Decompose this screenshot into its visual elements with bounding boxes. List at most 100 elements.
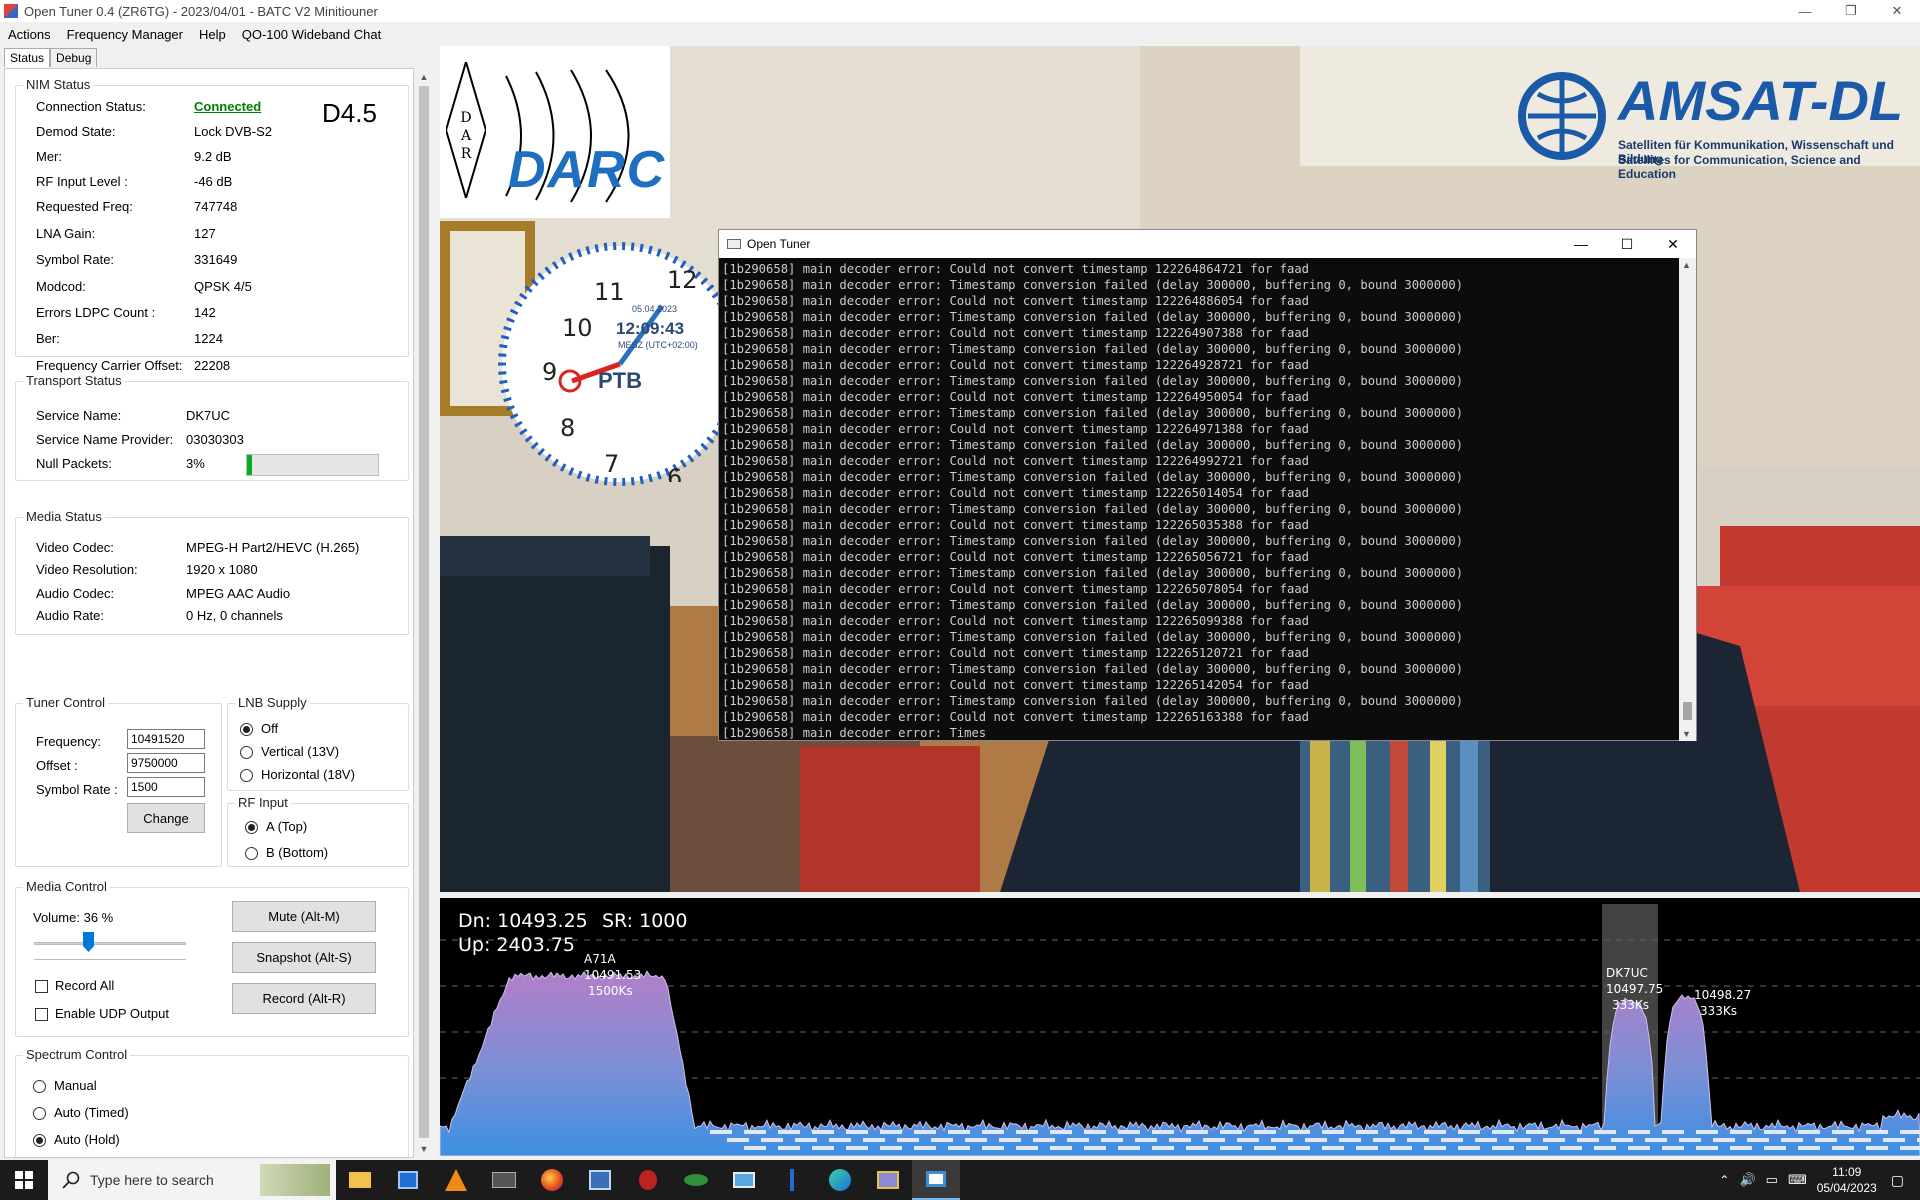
start-button[interactable] [0, 1160, 48, 1200]
darc-logo-text: DARC [508, 141, 667, 199]
taskbar-file-explorer-icon[interactable] [336, 1160, 384, 1200]
console-line: [1b290658] main decoder error: Timestamp… [722, 598, 1464, 612]
connection-status-value[interactable]: Connected [194, 99, 261, 114]
keyboard-icon[interactable]: ⌨ [1788, 1172, 1807, 1188]
spectrum-beacon-segment [1407, 1138, 1429, 1142]
symbol-rate-input[interactable] [127, 777, 205, 797]
snapshot-button[interactable]: Snapshot (Alt-S) [232, 942, 376, 973]
menu-qo100-chat[interactable]: QO-100 Wideband Chat [234, 27, 389, 42]
volume-icon[interactable]: 🔊 [1739, 1172, 1755, 1188]
spectrum-beacon-segment [1730, 1146, 1752, 1150]
close-button[interactable]: ✕ [1874, 0, 1920, 22]
record-all-checkbox[interactable] [35, 980, 48, 993]
rf-input-a-radio[interactable] [245, 821, 258, 834]
volume-slider-track[interactable] [34, 942, 186, 945]
rf-input-b-radio[interactable] [245, 847, 258, 860]
menu-actions[interactable]: Actions [0, 27, 59, 42]
service-name-value: DK7UC [186, 408, 231, 423]
record-button[interactable]: Record (Alt-R) [232, 983, 376, 1014]
spectrum-auto-timed-radio[interactable] [33, 1107, 46, 1120]
console-line: [1b290658] main decoder error: Timestamp… [722, 534, 1464, 548]
spectrum-manual-radio[interactable] [33, 1080, 46, 1093]
spectrum-beacon-segment [1271, 1138, 1293, 1142]
spectrum-beacon-segment [1798, 1146, 1820, 1150]
console-output[interactable]: [1b290658] main decoder error: Could not… [721, 261, 1676, 739]
console-close-button[interactable]: ✕ [1650, 230, 1696, 258]
console-maximize-button[interactable]: ☐ [1604, 230, 1650, 258]
frequency-input[interactable] [127, 729, 205, 749]
spectrum-beacon-segment [1577, 1138, 1599, 1142]
spectrum-beacon-segment [1764, 1130, 1786, 1134]
offset-input[interactable] [127, 753, 205, 773]
lnb-horizontal-radio[interactable] [240, 769, 253, 782]
signal-3-sr: 333Ks [1700, 1004, 1738, 1018]
taskbar-dvd-icon[interactable] [480, 1160, 528, 1200]
mute-button[interactable]: Mute (Alt-M) [232, 901, 376, 932]
spectrum-beacon-segment [744, 1130, 766, 1134]
spectrum-beacon-segment [1560, 1130, 1582, 1134]
spectrum-beacon-segment [948, 1146, 970, 1150]
lnb-off-radio[interactable] [240, 723, 253, 736]
spectrum-beacon-segment [744, 1146, 766, 1150]
console-window[interactable]: Open Tuner — ☐ ✕ [1b290658] main decoder… [718, 229, 1697, 741]
spectrum-beacon-segment [1526, 1146, 1548, 1150]
minimize-button[interactable]: — [1782, 0, 1828, 22]
network-icon[interactable]: ▭ [1766, 1172, 1778, 1188]
taskbar-app-blue-icon[interactable] [384, 1160, 432, 1200]
enable-udp-checkbox[interactable] [35, 1008, 48, 1021]
nim-row-label: Ber: [36, 331, 60, 346]
spectrum-display[interactable]: Dn: 10493.25 SR: 1000 Up: 2403.75 A71A 1… [440, 898, 1920, 1156]
spectrum-beacon-segment [1033, 1138, 1055, 1142]
spectrum-beacon-segment [829, 1138, 851, 1142]
taskbar-search-box[interactable]: Type here to search [48, 1160, 336, 1200]
amsat-tagline-en: Satellites for Communication, Science an… [1618, 153, 1861, 181]
volume-slider-thumb[interactable] [83, 932, 94, 952]
amsat-globe-icon [1518, 72, 1606, 160]
tab-status[interactable]: Status [4, 48, 51, 67]
taskbar: Type here to search ⌃ 🔊 ▭ ⌨ 11:09 05/04/… [0, 1160, 1920, 1200]
console-line: [1b290658] main decoder error: Could not… [722, 454, 1309, 468]
tab-debug[interactable]: Debug [50, 48, 98, 67]
tray-clock[interactable]: 11:09 05/04/2023 [1817, 1164, 1877, 1196]
spectrum-beacon-segment [1509, 1138, 1531, 1142]
menu-frequency-manager[interactable]: Frequency Manager [59, 27, 191, 42]
spectrum-auto-hold-radio[interactable] [33, 1134, 46, 1147]
lnb-vertical-radio[interactable] [240, 746, 253, 759]
taskbar-edge-icon[interactable] [816, 1160, 864, 1200]
signal-1-sr: 1500Ks [588, 984, 633, 998]
spectrum-beacon-segment [1832, 1130, 1854, 1134]
taskbar-firefox-icon[interactable] [528, 1160, 576, 1200]
console-scroll-thumb[interactable] [1683, 702, 1692, 720]
scroll-down-arrow-icon[interactable]: ▼ [417, 1142, 431, 1156]
scroll-thumb[interactable] [419, 86, 429, 1138]
scroll-up-arrow-icon[interactable]: ▲ [417, 70, 431, 84]
menu-help[interactable]: Help [191, 27, 234, 42]
nim-row-label: RF Input Level : [36, 174, 128, 189]
taskbar-green-icon[interactable] [672, 1160, 720, 1200]
restore-button[interactable]: ❐ [1828, 0, 1874, 22]
rf-input-group: RF Input A (Top) B (Bottom) [227, 795, 409, 867]
taskbar-open-tuner-icon[interactable] [912, 1160, 960, 1200]
taskbar-bug-icon[interactable] [624, 1160, 672, 1200]
spectrum-beacon-segment [965, 1138, 987, 1142]
taskbar-window-icon[interactable] [720, 1160, 768, 1200]
taskbar-network-icon[interactable] [576, 1160, 624, 1200]
console-minimize-button[interactable]: — [1558, 230, 1604, 258]
notification-icon[interactable]: ▢ [1891, 1172, 1904, 1189]
taskbar-vlc-icon[interactable] [432, 1160, 480, 1200]
left-scrollbar[interactable]: ▲ ▼ [417, 68, 431, 1158]
spectrum-beacon-segment [1594, 1146, 1616, 1150]
spectrum-beacon-segment [1662, 1146, 1684, 1150]
null-packets-bar [246, 454, 379, 476]
change-button[interactable]: Change [127, 803, 205, 833]
console-scrollbar[interactable]: ▲ ▼ [1679, 258, 1696, 741]
spectrum-beacon-segment [1084, 1146, 1106, 1150]
console-line: [1b290658] main decoder error: Timestamp… [722, 278, 1464, 292]
console-scroll-up-icon[interactable]: ▲ [1682, 260, 1691, 270]
console-scroll-down-icon[interactable]: ▼ [1682, 729, 1691, 739]
wall-clock-icon: 12 11 10 9 8 7 6 [502, 246, 738, 492]
console-titlebar[interactable]: Open Tuner — ☐ ✕ [719, 230, 1696, 258]
taskbar-antenna-icon[interactable] [768, 1160, 816, 1200]
tray-chevron-icon[interactable]: ⌃ [1719, 1173, 1729, 1187]
taskbar-settings-app-icon[interactable] [864, 1160, 912, 1200]
